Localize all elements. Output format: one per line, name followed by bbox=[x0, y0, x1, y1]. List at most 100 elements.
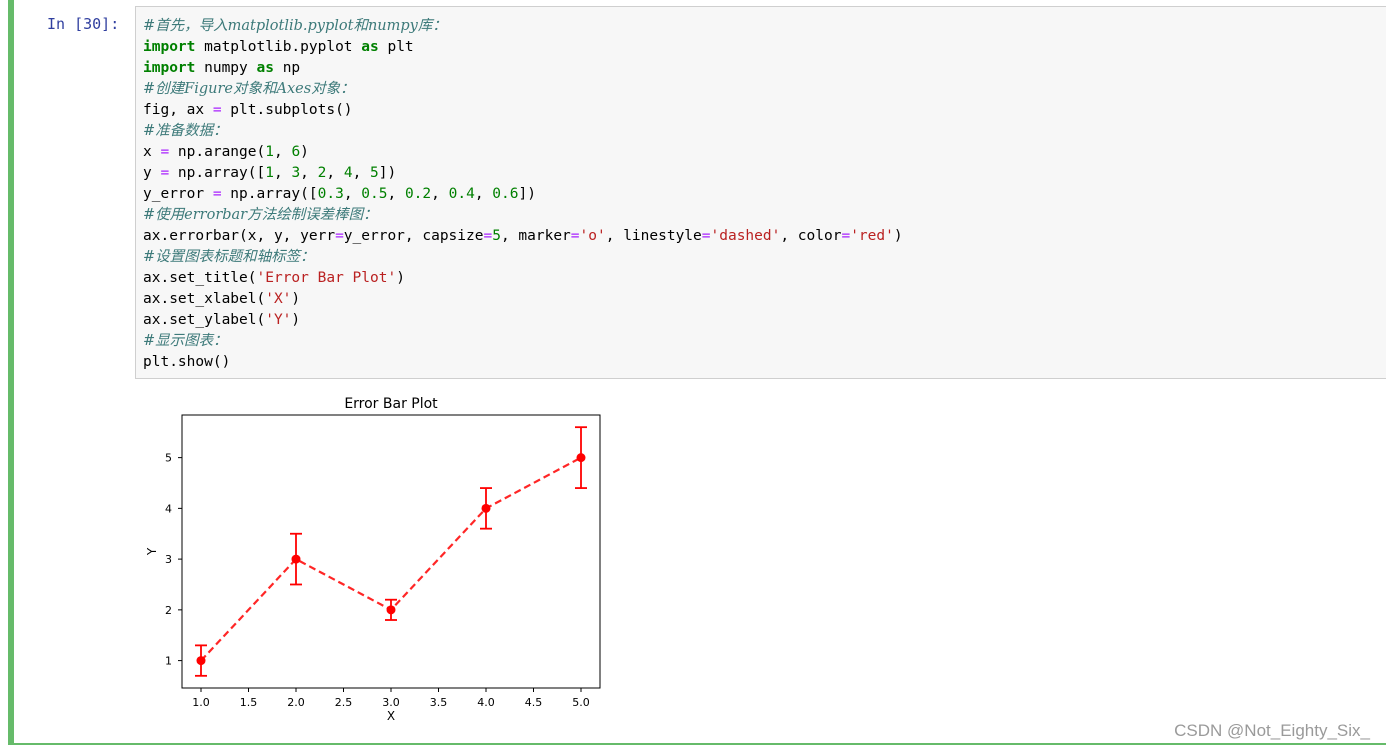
code-token: 0.6 bbox=[492, 186, 519, 202]
y-tick-label: 5 bbox=[165, 452, 172, 465]
y-tick-label: 1 bbox=[165, 655, 172, 668]
code-line[interactable]: import matplotlib.pyplot as plt bbox=[143, 37, 903, 58]
code-token: = bbox=[160, 144, 170, 160]
code-token: ) bbox=[893, 228, 903, 244]
code-token: 6 bbox=[291, 144, 301, 160]
x-tick-label: 4.0 bbox=[477, 696, 495, 709]
code-line[interactable]: #创建Figure对象和Axes对象： bbox=[143, 79, 903, 100]
code-line[interactable]: #首先，导入matplotlib.pyplot和numpy库： bbox=[143, 16, 903, 37]
error-bar-chart: Error Bar Plot 1.0 1.5 2.0 2.5 3.0 3.5 4.0 4.5 5.… bbox=[145, 396, 601, 723]
y-axis-label: Y bbox=[145, 547, 159, 556]
code-token: #首先，导入matplotlib.pyplot和numpy库： bbox=[143, 18, 447, 34]
code-token: 'dashed' bbox=[710, 228, 781, 244]
code-token: = bbox=[335, 228, 344, 244]
plot-frame bbox=[181, 414, 601, 689]
code-content[interactable]: #首先，导入matplotlib.pyplot和numpy库： import ma… bbox=[143, 16, 903, 373]
code-token: ax.set_ylabel( bbox=[143, 312, 266, 328]
code-token: , color bbox=[780, 228, 842, 244]
code-line[interactable]: y = np.array([1, 3, 2, 4, 5]) bbox=[143, 163, 903, 184]
chart-title: Error Bar Plot bbox=[344, 396, 438, 412]
code-token: 'o' bbox=[579, 228, 606, 244]
code-token: import bbox=[143, 60, 196, 76]
y-tick-label: 3 bbox=[165, 553, 172, 566]
code-line[interactable]: ax.errorbar(x, y, yerr=y_error, capsize=… bbox=[143, 226, 903, 247]
x-tick-label: 5.0 bbox=[572, 696, 590, 709]
code-token: 5 bbox=[492, 228, 501, 244]
code-line[interactable]: ax.set_xlabel('X') bbox=[143, 289, 903, 310]
code-token: ) bbox=[291, 312, 301, 328]
code-token: #设置图表标题和轴标签： bbox=[143, 249, 315, 265]
code-token: matplotlib.pyplot bbox=[195, 39, 362, 55]
code-cell-editor[interactable]: #首先，导入matplotlib.pyplot和numpy库： import ma… bbox=[135, 6, 1386, 379]
code-token: 'Error Bar Plot' bbox=[256, 270, 397, 286]
code-line[interactable]: x = np.arange(1, 6) bbox=[143, 142, 903, 163]
x-tick-label: 2.0 bbox=[287, 696, 305, 709]
code-line[interactable]: import numpy as np bbox=[143, 58, 903, 79]
code-line[interactable]: #设置图表标题和轴标签： bbox=[143, 247, 903, 268]
code-token: ) bbox=[291, 291, 301, 307]
x-axis-label: X bbox=[387, 709, 395, 723]
code-token: = bbox=[212, 186, 222, 202]
code-token: as bbox=[256, 60, 274, 76]
code-token: np.arange( bbox=[169, 144, 266, 160]
code-token: , bbox=[326, 165, 344, 181]
input-prompt: In [30]: bbox=[47, 15, 120, 33]
code-line[interactable]: ax.set_ylabel('Y') bbox=[143, 310, 903, 331]
code-token: , bbox=[387, 186, 405, 202]
code-token: x bbox=[143, 144, 161, 160]
code-line[interactable]: #使用errorbar方法绘制误差棒图： bbox=[143, 205, 903, 226]
code-token: plt.subplots() bbox=[221, 102, 353, 118]
code-token: np.array([ bbox=[169, 165, 266, 181]
code-token: ) bbox=[300, 144, 309, 160]
y-tick-label: 4 bbox=[165, 502, 172, 515]
code-token: , bbox=[273, 165, 292, 181]
code-line[interactable]: y_error = np.array([0.3, 0.5, 0.2, 0.4, … bbox=[143, 184, 903, 205]
code-token: = bbox=[212, 102, 222, 118]
code-token: fig, ax bbox=[143, 102, 213, 118]
code-token: #使用errorbar方法绘制误差棒图： bbox=[143, 207, 378, 223]
cell-selection-bar bbox=[8, 0, 14, 744]
code-token: , bbox=[273, 144, 292, 160]
code-line[interactable]: ax.set_title('Error Bar Plot') bbox=[143, 268, 903, 289]
code-token: numpy bbox=[195, 60, 257, 76]
code-token: ax.set_title( bbox=[143, 270, 257, 286]
code-line[interactable]: #显示图表： bbox=[143, 331, 903, 352]
code-token: , bbox=[300, 165, 318, 181]
code-token: 0.5 bbox=[361, 186, 388, 202]
code-token: = bbox=[160, 165, 170, 181]
code-token: y_error, capsize bbox=[343, 228, 484, 244]
code-token: ]) bbox=[378, 165, 397, 181]
x-tick-label: 2.5 bbox=[335, 696, 353, 709]
code-token: #创建Figure对象和Axes对象： bbox=[143, 81, 355, 97]
code-token: = bbox=[701, 228, 711, 244]
code-token: = bbox=[841, 228, 851, 244]
code-token: 4 bbox=[343, 165, 353, 181]
code-token: , bbox=[352, 165, 371, 181]
code-token: plt.show() bbox=[143, 354, 231, 370]
code-token: ax.set_xlabel( bbox=[143, 291, 266, 307]
x-tick-label: 1.5 bbox=[240, 696, 258, 709]
code-token: , bbox=[343, 186, 362, 202]
code-token: 5 bbox=[370, 165, 379, 181]
data-point bbox=[196, 656, 206, 666]
data-point bbox=[576, 453, 586, 463]
code-token: ) bbox=[396, 270, 405, 286]
code-token: = bbox=[483, 228, 493, 244]
x-tick-label: 3.0 bbox=[382, 696, 400, 709]
code-token: 'Y' bbox=[265, 312, 292, 328]
code-line[interactable]: fig, ax = plt.subplots() bbox=[143, 100, 903, 121]
code-token: 'red' bbox=[850, 228, 894, 244]
code-token: plt bbox=[378, 39, 414, 55]
code-token: , linestyle bbox=[605, 228, 702, 244]
code-token: #准备数据： bbox=[143, 123, 228, 139]
code-token: #显示图表： bbox=[143, 333, 228, 349]
code-token: import bbox=[143, 39, 196, 55]
data-point bbox=[386, 605, 396, 615]
code-token: = bbox=[570, 228, 580, 244]
code-line[interactable]: #准备数据： bbox=[143, 121, 903, 142]
code-token: 0.2 bbox=[404, 186, 432, 202]
code-line[interactable]: plt.show() bbox=[143, 352, 903, 373]
x-tick-label: 1.0 bbox=[192, 696, 210, 709]
code-token: , bbox=[431, 186, 449, 202]
y-tick-label: 2 bbox=[165, 604, 172, 617]
